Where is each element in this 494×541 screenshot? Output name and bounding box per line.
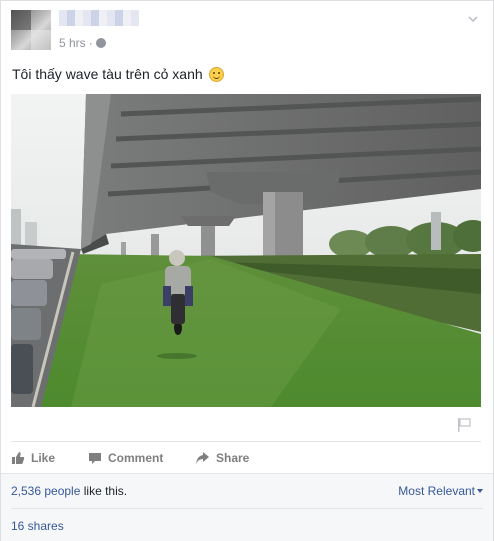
photo-motorbike-under-overpass-icon <box>11 94 481 407</box>
post-header: 5 hrs · <box>1 1 493 61</box>
meta-separator: · <box>88 36 93 50</box>
post-photo[interactable] <box>11 94 481 407</box>
author-avatar[interactable] <box>11 10 51 50</box>
actions-divider <box>11 441 481 442</box>
thumbs-up-icon <box>12 452 25 464</box>
share-button[interactable]: Share <box>195 447 249 469</box>
facebook-post: 5 hrs · Tôi thấy wave tàu trên cỏ xanh L… <box>0 0 494 541</box>
comment-label: Comment <box>108 451 164 465</box>
author-name[interactable] <box>59 10 139 26</box>
likes-suffix: like this. <box>80 484 128 498</box>
post-text: Tôi thấy wave tàu trên cỏ xanh <box>12 66 224 82</box>
like-label: Like <box>31 451 56 465</box>
flag-icon[interactable] <box>457 417 471 433</box>
post-timestamp[interactable]: 5 hrs <box>59 36 86 50</box>
speech-bubble-icon <box>89 453 101 464</box>
post-actions: Like Comment Share <box>11 447 481 469</box>
likes-count-link[interactable]: 2,536 people <box>11 484 80 498</box>
comment-button[interactable]: Comment <box>88 447 163 469</box>
footer-divider <box>11 508 483 509</box>
globe-icon[interactable] <box>95 38 106 48</box>
sort-dropdown[interactable]: Most Relevant <box>398 484 483 498</box>
share-label: Share <box>216 451 250 465</box>
caret-down-icon <box>477 489 483 493</box>
chevron-down-icon[interactable] <box>467 13 479 25</box>
post-footer: 2,536 people like this. Most Relevant 16… <box>1 473 493 541</box>
smiley-emoji-icon <box>208 67 224 82</box>
likes-summary: 2,536 people like this. Most Relevant <box>11 484 483 502</box>
post-meta: 5 hrs · <box>59 36 106 50</box>
post-message: Tôi thấy wave tàu trên cỏ xanh <box>12 66 203 82</box>
shares-count-link[interactable]: 16 shares <box>11 519 64 533</box>
sort-label: Most Relevant <box>398 484 475 498</box>
like-button[interactable]: Like <box>11 447 55 469</box>
share-arrow-icon <box>196 452 209 464</box>
